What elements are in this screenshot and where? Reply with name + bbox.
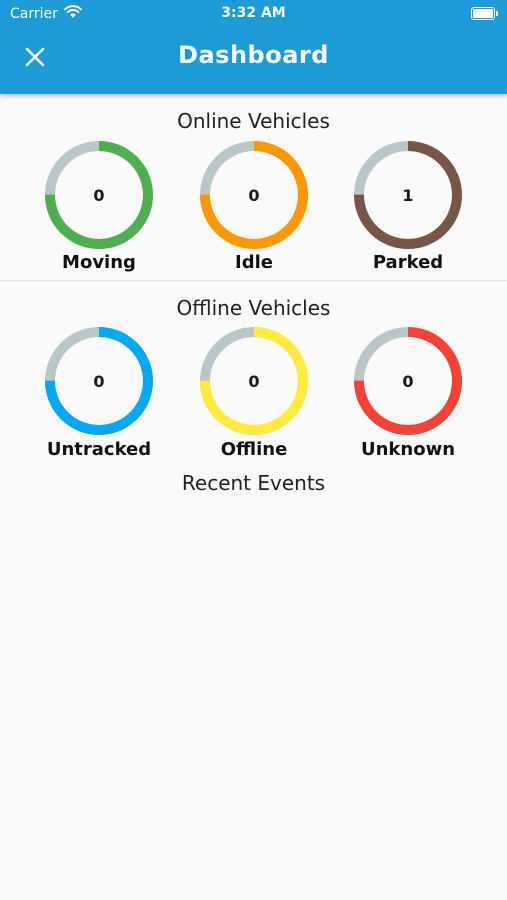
unknown-label: Unknown [360,439,456,460]
page-title: Dashboard [178,41,329,69]
app-bar: Carrier 3:32 AM Dashboard [0,0,507,94]
status-time: 3:32 AM [221,5,286,21]
moving-gauge[interactable]: 0 [43,139,155,251]
idle-label: Idle [235,252,273,273]
recent-events-title: Recent Events [181,471,326,495]
parked-count: 1 [402,185,414,205]
idle-count: 0 [248,185,260,205]
untracked-gauge[interactable]: 0 [43,325,155,437]
offline-count: 0 [248,371,260,391]
untracked-count: 0 [93,371,105,391]
moving-count: 0 [93,185,105,205]
offline-label: Offline [220,439,288,460]
unknown-gauge[interactable]: 0 [352,325,464,437]
status-bar: Carrier 3:32 AM [0,0,507,28]
idle-gauge[interactable]: 0 [198,139,310,251]
parked-label: Parked [372,252,444,273]
section-divider [0,280,507,281]
offline-vehicles-title: Offline Vehicles [176,296,331,320]
offline-gauge[interactable]: 0 [198,325,310,437]
battery-icon [471,7,498,20]
untracked-label: Untracked [46,439,152,460]
moving-label: Moving [62,252,136,273]
online-vehicles-title: Online Vehicles [177,109,330,133]
parked-gauge[interactable]: 1 [352,139,464,251]
unknown-count: 0 [402,371,414,391]
